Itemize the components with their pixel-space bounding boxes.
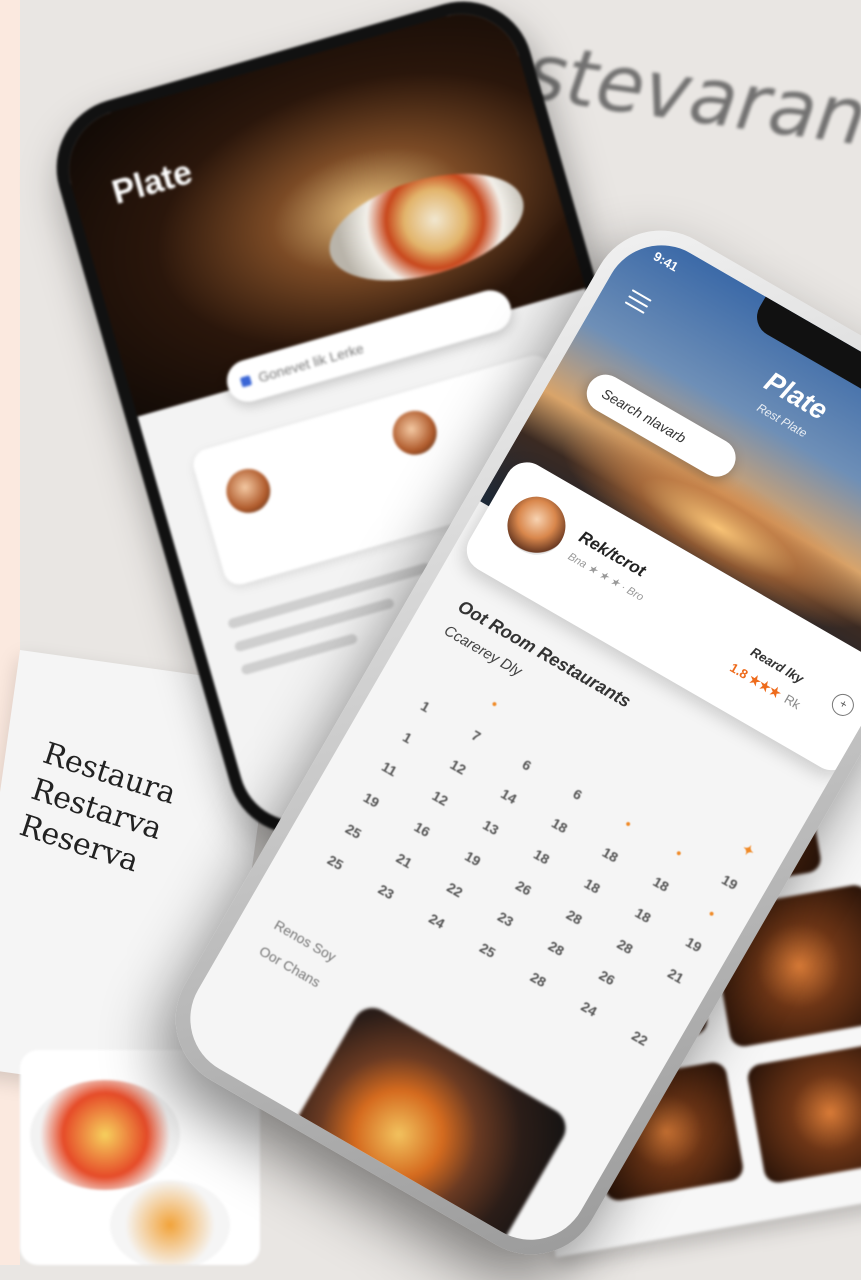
calendar-day[interactable]: 25 [458, 929, 517, 972]
calendar-day[interactable]: 6 [548, 773, 607, 816]
calendar-day[interactable]: • [465, 682, 524, 726]
calendar-day[interactable]: 24 [560, 987, 619, 1030]
food-dish [30, 1080, 180, 1190]
calendar-day[interactable]: 19 [700, 861, 759, 904]
calendar-day[interactable]: 18 [581, 833, 640, 876]
calendar-day[interactable] [566, 741, 625, 785]
gallery-thumb [745, 1040, 861, 1185]
calendar-day[interactable]: • [599, 802, 658, 845]
calendar-day[interactable]: 19 [444, 837, 503, 880]
calendar-day[interactable]: 18 [614, 894, 673, 937]
restaurant-avatar [496, 486, 577, 566]
calendar-day[interactable]: 19 [342, 778, 401, 821]
calendar-day[interactable]: 26 [494, 866, 553, 909]
calendar-day[interactable]: 6 [498, 743, 557, 786]
calendar-day[interactable]: 24 [408, 899, 467, 942]
calendar-day[interactable]: 25 [306, 841, 365, 884]
location-icon [239, 375, 253, 388]
calendar-day[interactable]: 12 [429, 745, 488, 788]
calendar-day[interactable]: 26 [578, 956, 637, 999]
calendar-day[interactable]: 25 [324, 810, 383, 853]
calendar-day[interactable]: 16 [393, 808, 452, 851]
calendar-day[interactable]: 28 [545, 896, 604, 939]
calendar-day[interactable]: 21 [646, 954, 705, 997]
calendar-day[interactable]: 22 [426, 868, 485, 911]
calendar-day[interactable]: 28 [509, 958, 568, 1001]
calendar-day[interactable]: 18 [632, 862, 691, 905]
avatar [387, 405, 442, 461]
calendar-day[interactable] [617, 770, 676, 814]
calendar-day[interactable] [668, 799, 727, 843]
calendar-day[interactable]: 28 [527, 927, 586, 970]
calendar-day[interactable]: 18 [563, 864, 622, 907]
calendar-day[interactable]: 13 [462, 806, 521, 849]
avatar [221, 463, 276, 519]
calendar-day[interactable]: • [682, 892, 741, 935]
calendar-day[interactable]: 7 [447, 714, 506, 757]
calendar-day[interactable]: 28 [596, 925, 655, 968]
calendar-day[interactable]: 19 [664, 923, 723, 966]
calendar-day[interactable]: • [650, 831, 709, 874]
calendar-day[interactable]: 22 [610, 1016, 669, 1059]
calendar-day[interactable]: 23 [476, 897, 535, 940]
food-plate-image [317, 153, 536, 301]
calendar-day[interactable]: 1 [378, 716, 437, 759]
calendar-day[interactable]: 11 [360, 747, 419, 790]
calendar-day[interactable]: 23 [357, 870, 416, 913]
calendar-day[interactable]: 18 [512, 835, 571, 878]
calendar-day[interactable]: ✦ [718, 829, 777, 873]
food-photo [275, 1000, 573, 1261]
calendar-day[interactable]: 12 [411, 776, 470, 819]
bottom-text: Renos Soy Oor Chans [250, 917, 339, 1003]
food-dish [110, 1180, 230, 1265]
calendar-day[interactable]: 14 [480, 775, 539, 818]
calendar-day[interactable] [516, 711, 575, 755]
calendar-day[interactable] [628, 985, 687, 1028]
calendar-day[interactable]: 18 [530, 804, 589, 847]
calendar-day[interactable] [414, 653, 473, 697]
calendar-grid: • ✦ 1 7 6 6 • • 19 1 12 14 18 18 18 • 11 12 13 18 18 18 19 19 16… [306, 653, 778, 1060]
add-icon[interactable]: + [827, 689, 858, 720]
calendar-day[interactable]: 21 [375, 839, 434, 882]
calendar-day[interactable]: 1 [396, 685, 455, 728]
left-margin-strip [0, 0, 20, 1265]
